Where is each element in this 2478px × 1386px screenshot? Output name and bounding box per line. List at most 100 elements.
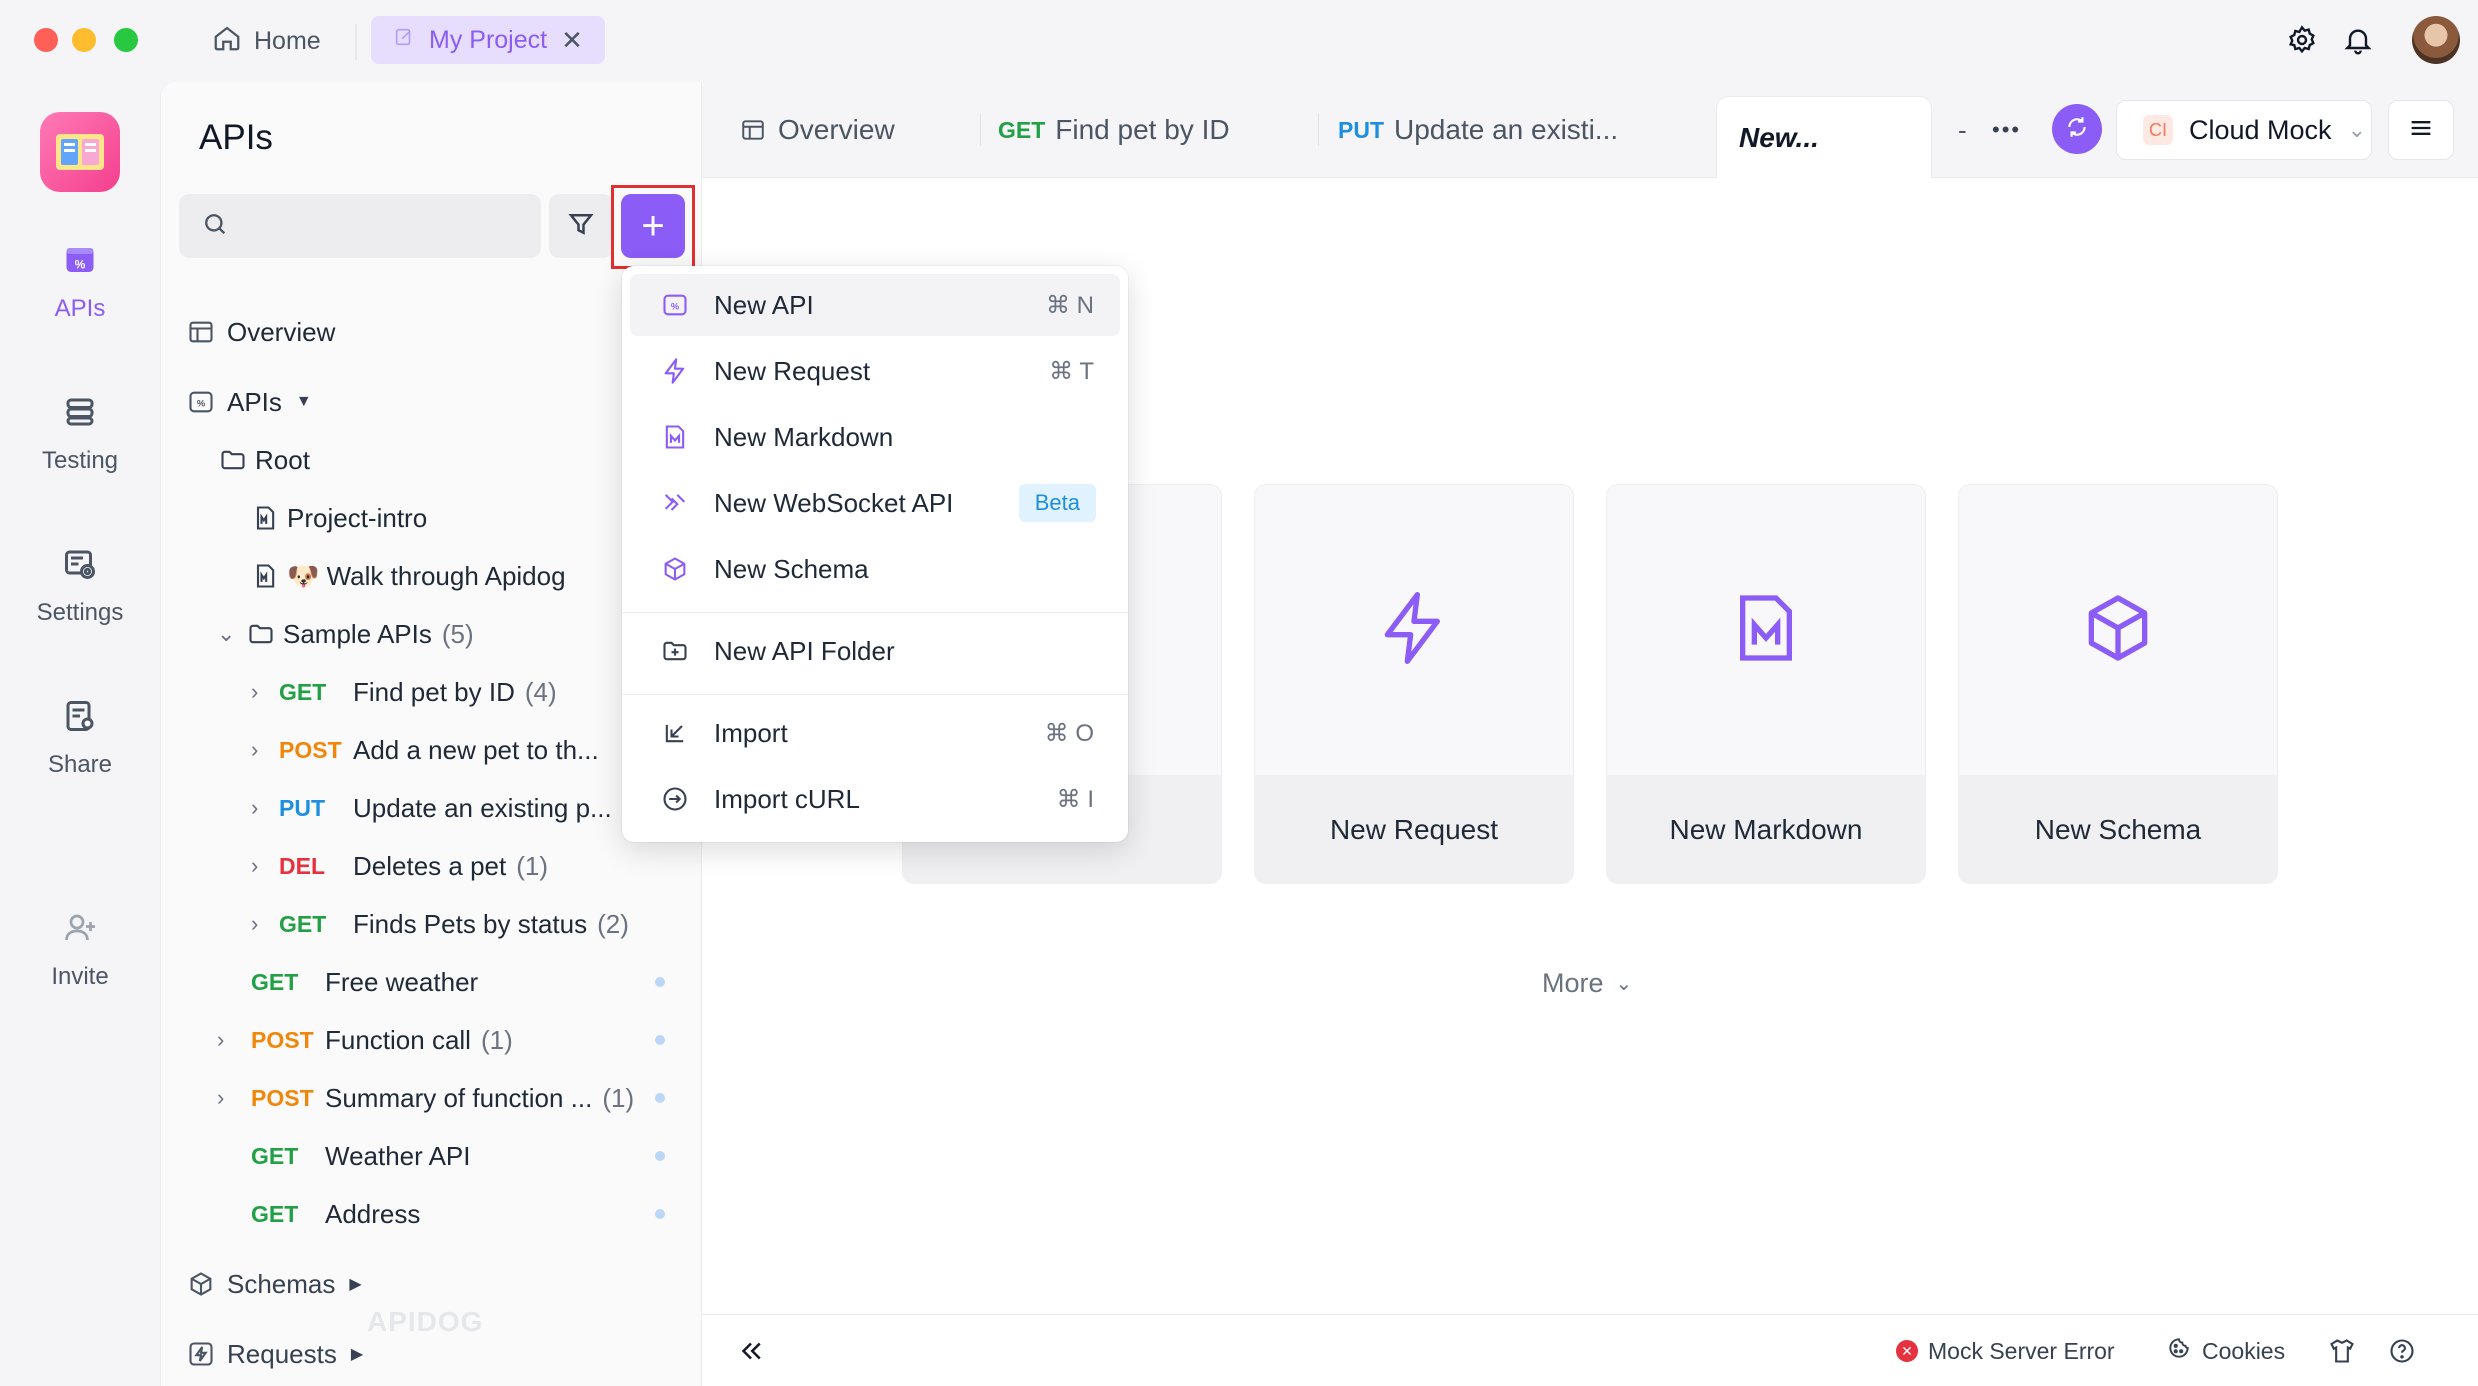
search-box[interactable] [179,194,541,258]
method-badge: GET [279,678,327,705]
search-input[interactable] [243,212,533,240]
endpoint-count: (4) [524,676,557,707]
api-icon: % [658,288,692,322]
menu-item-new-api[interactable]: % New API ⌘ N [630,274,1120,336]
menu-item-new-api-folder[interactable]: New API Folder [630,620,1120,682]
method-badge: DEL [279,852,325,879]
sidebar-title: APIs [199,118,273,157]
menu-item-new-websocket[interactable]: New WebSocket API Beta [630,472,1120,534]
markdown-icon [658,420,692,454]
tab-find-pet[interactable]: GET Find pet by ID [998,82,1230,178]
error-icon: ✕ [1896,1340,1918,1362]
notification-bell-icon[interactable] [2340,22,2376,58]
card-new-schema[interactable]: New Schema [1958,484,2278,884]
card-label: New Request [1255,775,1573,883]
endpoint-count: (1) [480,1024,513,1055]
folder-plus-icon [658,634,692,668]
import-curl-icon [658,782,692,816]
tree-item-project-intro[interactable]: Project-intro [251,496,427,540]
cookie-icon [2166,1335,2192,1367]
close-tab-icon[interactable]: ✕ [561,25,583,56]
tab-more-icon[interactable]: ••• [1992,82,2021,178]
tree-overview[interactable]: Overview [187,310,335,354]
method-badge: PUT [279,794,325,821]
card-top [1607,485,1925,775]
collapse-sidebar-icon[interactable] [736,1333,766,1369]
tab-divider [980,114,981,146]
env-name: Cloud Mock [2189,114,2332,145]
maximize-window-button[interactable] [114,28,138,52]
minimize-window-button[interactable] [72,28,96,52]
walk-through-label: 🐶 Walk through Apidog [287,560,566,591]
tab-new[interactable]: New... [1716,96,1932,178]
tab-home[interactable]: Home [212,18,321,64]
tab-my-project[interactable]: My Project ✕ [371,16,605,64]
card-new-markdown[interactable]: New Markdown [1606,484,1926,884]
markdown-icon [1726,588,1806,673]
close-window-button[interactable] [34,28,58,52]
tree-endpoint[interactable]: GET Weather API [251,1134,691,1178]
import-icon [658,716,692,750]
sync-button[interactable] [2052,104,2102,154]
card-top [1959,485,2277,775]
help-icon[interactable] [2388,1333,2416,1369]
rail-item-invite[interactable]: Invite [0,910,160,991]
tree-endpoint[interactable]: › POST Summary of function ... (1) [217,1076,691,1120]
tree-endpoint[interactable]: › GET Finds Pets by status (2) [251,902,629,946]
status-dot [655,1093,665,1103]
overview-icon [740,117,766,143]
endpoint-count: (1) [602,1082,635,1113]
endpoint-name: Deletes a pet [353,850,507,881]
share-icon [62,698,98,741]
method-badge: POST [251,1084,314,1111]
rail-label-apis: APIs [54,295,106,322]
sample-apis-count: (5) [441,618,474,649]
method-badge: GET [251,968,299,995]
tree-schemas[interactable]: Schemas ▶ [187,1262,362,1306]
svg-text:%: % [75,257,86,271]
tree-overview-label: Overview [227,316,336,347]
rail-item-share[interactable]: Share [0,698,160,779]
tree-apis-group[interactable]: % APIs ▼ [187,380,312,424]
tree-endpoint[interactable]: › DEL Deletes a pet (1) [251,844,548,888]
cookies-button[interactable]: Cookies [2166,1333,2285,1369]
tab-update-pet[interactable]: PUT Update an existi... [1338,82,1618,178]
tree-endpoint[interactable]: GET Free weather [251,960,691,1004]
menu-item-new-markdown[interactable]: New Markdown [630,406,1120,468]
api-group-icon: % [187,388,215,416]
tree-endpoint[interactable]: › GET Find pet by ID (4) [251,670,557,714]
settings-gear-icon[interactable] [2284,22,2320,58]
rail-item-settings[interactable]: Settings [0,546,160,627]
tree-endpoint[interactable]: › POST Function call (1) [217,1018,691,1062]
more-button[interactable]: More ⌄ [1542,968,1632,999]
tab-overview[interactable]: Overview [740,82,895,178]
invite-user-icon [62,910,98,953]
tree-requests[interactable]: Requests ▶ [187,1332,363,1376]
tree-endpoint[interactable]: › PUT Update an existing p... [251,786,612,830]
tree-endpoint[interactable]: › POST Add a new pet to th... [251,728,599,772]
menu-item-import[interactable]: Import ⌘ O [630,702,1120,764]
card-top [1255,485,1573,775]
chevron-right-icon: › [217,1085,225,1110]
filter-button[interactable] [549,194,613,258]
hamburger-menu-button[interactable] [2388,100,2454,160]
card-new-request[interactable]: New Request [1254,484,1574,884]
rail-item-apis[interactable]: % APIs [0,242,160,323]
environment-selector[interactable]: CI Cloud Mock ⌄ [2116,100,2372,160]
status-dot [655,1035,665,1045]
tab-overflow-dash[interactable]: - [1958,82,1967,178]
rail-item-testing[interactable]: Testing [0,394,160,475]
menu-item-new-request[interactable]: New Request ⌘ T [630,340,1120,402]
user-avatar[interactable] [2412,16,2460,64]
method-badge: GET [998,116,1046,143]
tree-root-folder[interactable]: Root [219,438,310,482]
tree-endpoint[interactable]: GET Address [251,1192,691,1236]
mock-server-error[interactable]: ✕ Mock Server Error [1896,1333,2115,1369]
menu-item-new-schema[interactable]: New Schema [630,538,1120,600]
chevron-right-icon: › [251,679,259,704]
menu-item-import-curl[interactable]: Import cURL ⌘ I [630,768,1120,830]
tree-item-walk-through[interactable]: 🐶 Walk through Apidog [251,554,566,598]
tree-root-label: Root [255,444,310,475]
tree-folder-sample-apis[interactable]: ⌄ Sample APIs (5) [217,612,474,656]
shirt-icon[interactable] [2328,1333,2356,1369]
